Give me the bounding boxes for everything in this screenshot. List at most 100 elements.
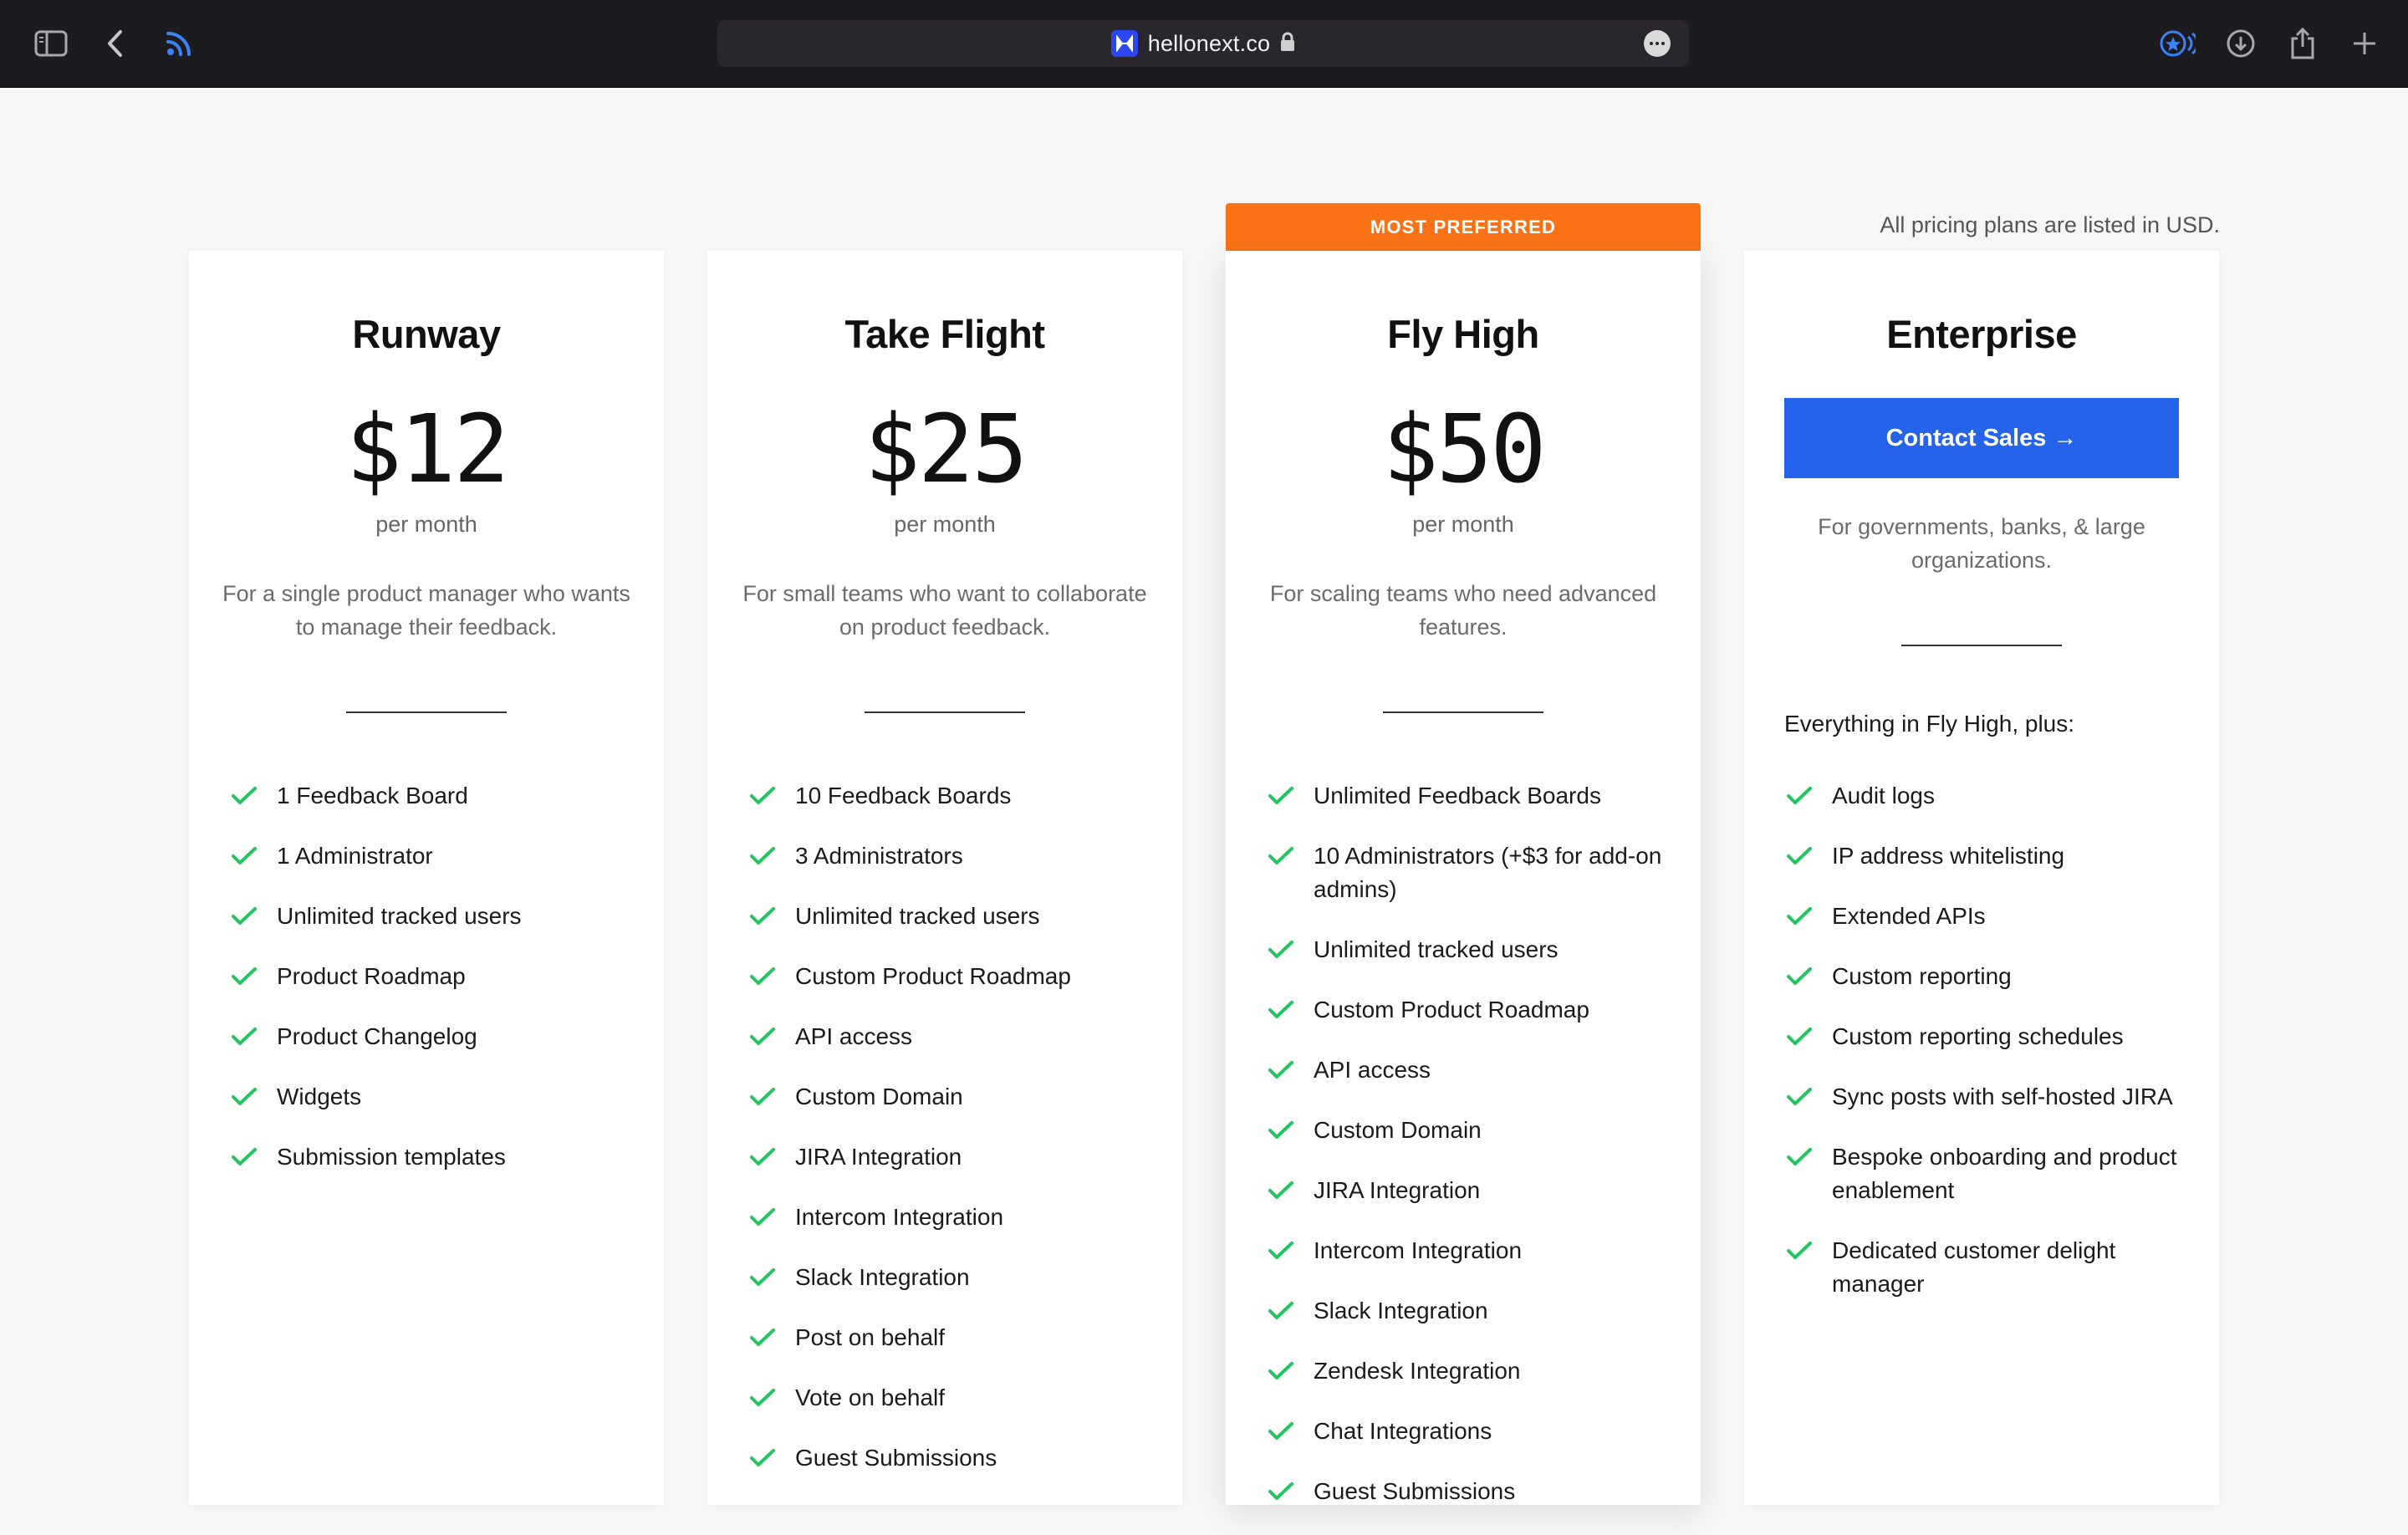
feature-item: Audit logs (1786, 779, 2186, 813)
plan-description: For a single product manager who wants t… (222, 581, 630, 640)
plan-card-take-flight: Take Flight $25 per month For small team… (707, 251, 1182, 1505)
feature-label: Custom Product Roadmap (1314, 997, 1589, 1022)
feature-label: Custom reporting schedules (1832, 1023, 2124, 1049)
feature-label: Audit logs (1832, 783, 1935, 808)
feature-label: API access (1314, 1057, 1431, 1083)
checkmark-icon (231, 839, 259, 873)
feature-item: Custom Product Roadmap (1268, 993, 1667, 1027)
privacy-report-icon[interactable] (2157, 23, 2197, 64)
feature-item: Custom Product Roadmap (749, 960, 1149, 993)
sidebar-toggle-icon[interactable] (31, 23, 71, 64)
feature-label: Product Changelog (277, 1023, 477, 1049)
download-icon[interactable] (2221, 23, 2261, 64)
address-bar[interactable]: hellonext.co (717, 20, 1689, 67)
checkmark-icon (231, 779, 259, 813)
feature-item: Zendesk Integration (1268, 1354, 1667, 1388)
feature-label: JIRA Integration (795, 1144, 962, 1170)
feature-label: Custom Product Roadmap (795, 963, 1071, 989)
feature-label: Product Roadmap (277, 963, 466, 989)
feature-item: Vote on behalf (749, 1381, 1149, 1415)
checkmark-icon (749, 1321, 778, 1354)
checkmark-icon (749, 1201, 778, 1234)
plan-price: $12 (345, 395, 509, 504)
feature-label: Unlimited tracked users (277, 903, 522, 929)
feature-label: Widgets (277, 1084, 362, 1109)
currency-note: All pricing plans are listed in USD. (1880, 212, 2220, 237)
feature-list: 1 Feedback Board 1 Administrator Unlimited… (231, 779, 630, 1201)
feature-label: API access (795, 1023, 913, 1049)
feature-item: Custom reporting schedules (1786, 1020, 2186, 1053)
feature-item: Custom Domain (1268, 1114, 1667, 1147)
checkmark-icon (1268, 993, 1296, 1027)
plan-card-runway: Runway $12 per month For a single produc… (189, 251, 664, 1505)
plan-description: For scaling teams who need advanced feat… (1269, 581, 1657, 640)
feature-label: Unlimited tracked users (1314, 936, 1559, 962)
plan-card-enterprise: Enterprise Contact Sales → For governmen… (1744, 251, 2219, 1505)
checkmark-icon (749, 1020, 778, 1053)
checkmark-icon (749, 960, 778, 993)
plan-name: Fly High (1387, 312, 1539, 356)
feature-label: Unlimited tracked users (795, 903, 1040, 929)
feature-label: Chat Integrations (1314, 1418, 1492, 1444)
feature-item: API access (1268, 1053, 1667, 1087)
divider (865, 711, 1025, 713)
checkmark-icon (1268, 1053, 1296, 1087)
divider (1383, 711, 1543, 713)
feature-item: Submission templates (231, 1140, 630, 1174)
plan-name: Take Flight (844, 312, 1045, 356)
feature-label: 1 Administrator (277, 843, 433, 869)
feature-list: Audit logs IP address whitelisting Extende… (1786, 779, 2186, 1328)
more-options-icon[interactable] (1644, 30, 1671, 57)
checkmark-icon (749, 1140, 778, 1174)
price-period: per month (894, 512, 996, 537)
feature-item: Product Roadmap (231, 960, 630, 993)
feature-item: Slack Integration (1268, 1294, 1667, 1328)
feature-item: 1 Feedback Board (231, 779, 630, 813)
plan-description: For small teams who want to collaborate … (742, 581, 1147, 640)
share-icon[interactable] (2283, 23, 2323, 64)
checkmark-icon (1268, 1234, 1296, 1267)
feature-item: Sync posts with self-hosted JIRA (1786, 1080, 2186, 1114)
feature-label: 10 Administrators (+$3 for add-on admins… (1314, 843, 1662, 902)
feature-label: Slack Integration (1314, 1298, 1488, 1323)
url-text: hellonext.co (1147, 30, 1271, 56)
feature-item: Unlimited tracked users (749, 900, 1149, 933)
checkmark-icon (749, 1381, 778, 1415)
address-bar-content: hellonext.co (717, 20, 1689, 67)
feature-item: Widgets (231, 1080, 630, 1114)
feature-label: Custom reporting (1832, 963, 2012, 989)
checkmark-icon (231, 900, 259, 933)
rss-feed-icon[interactable] (159, 23, 199, 64)
feature-item: Extended APIs (1786, 900, 2186, 933)
checkmark-icon (231, 1080, 259, 1114)
feature-list: 10 Feedback Boards 3 Administrators Unlimi… (749, 779, 1149, 1502)
plan-price: $50 (1382, 395, 1546, 504)
checkmark-icon (749, 779, 778, 813)
feature-label: 1 Feedback Board (277, 783, 468, 808)
feature-label: 3 Administrators (795, 843, 963, 869)
plan-name: Runway (352, 312, 501, 356)
feature-item: Custom Domain (749, 1080, 1149, 1114)
feature-item: IP address whitelisting (1786, 839, 2186, 873)
feature-item: 3 Administrators (749, 839, 1149, 873)
feature-label: Unlimited Feedback Boards (1314, 783, 1601, 808)
feature-item: Unlimited tracked users (1268, 933, 1667, 966)
feature-label: Bespoke onboarding and product enablemen… (1832, 1144, 2177, 1203)
feature-item: JIRA Integration (749, 1140, 1149, 1174)
feature-item: JIRA Integration (1268, 1174, 1667, 1207)
checkmark-icon (1268, 1174, 1296, 1207)
checkmark-icon (1786, 1080, 1814, 1114)
plan-price: $25 (864, 395, 1028, 504)
feature-item: Bespoke onboarding and product enablemen… (1786, 1140, 2186, 1207)
contact-sales-button[interactable]: Contact Sales → (1784, 398, 2179, 478)
feature-label: Slack Integration (795, 1264, 970, 1290)
feature-item: Intercom Integration (749, 1201, 1149, 1234)
checkmark-icon (1786, 900, 1814, 933)
feature-item: Custom reporting (1786, 960, 2186, 993)
new-tab-plus-icon[interactable] (2344, 23, 2385, 64)
feature-item: Slack Integration (749, 1261, 1149, 1294)
checkmark-icon (749, 1080, 778, 1114)
back-chevron-icon[interactable] (95, 23, 135, 64)
feature-item: API access (749, 1020, 1149, 1053)
checkmark-icon (1786, 960, 1814, 993)
